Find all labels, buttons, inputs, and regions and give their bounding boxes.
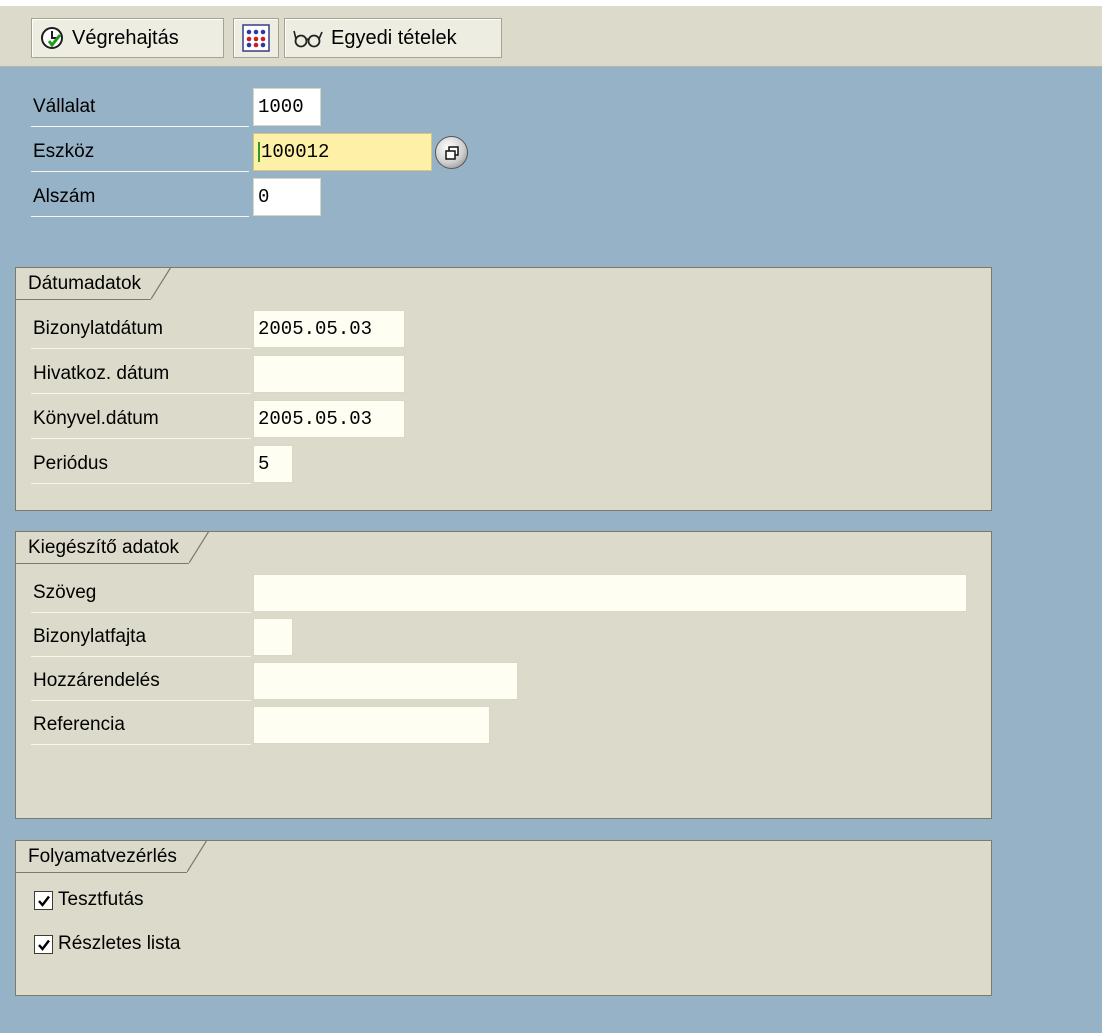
individual-items-button[interactable]: Egyedi tételek [284,18,502,58]
check-icon [37,895,50,907]
date-data-group: Dátumadatok Bizonylatdátum 2005.05.03 Hi… [15,267,992,511]
test-run-checkbox[interactable] [34,891,53,910]
application-toolbar: Végrehajtás Egyedi tételek [0,6,1102,67]
process-control-group-title-text: Folyamatvezérlés [28,846,177,867]
date-data-group-title: Dátumadatok [16,267,172,300]
company-label-underline [31,126,249,127]
execute-button[interactable]: Végrehajtás [31,18,224,58]
subnumber-label-underline [31,216,249,217]
document-date-field[interactable]: 2005.05.03 [253,310,405,348]
assignment-label: Hozzárendelés [33,670,160,691]
individual-items-button-label: Egyedi tételek [331,26,457,49]
asset-label: Eszköz [33,141,95,162]
group-tab-slant [186,840,208,872]
reference-date-underline [31,393,251,394]
asset-label-underline [31,171,249,172]
asset-search-help-button[interactable] [435,136,468,169]
additional-data-group: Kiegészítő adatok Szöveg Bizonylatfajta … [15,531,992,819]
reference-field[interactable] [253,706,490,744]
period-underline [31,483,251,484]
group-tab-slant [189,531,210,563]
period-field[interactable]: 5 [253,445,293,483]
date-data-group-title-text: Dátumadatok [28,273,142,294]
options-button[interactable] [233,18,279,58]
assignment-underline [31,700,251,701]
reference-label: Referencia [33,714,125,735]
text-field[interactable] [253,574,967,612]
text-label: Szöveg [33,582,97,603]
reference-date-label: Hivatkoz. dátum [33,363,170,384]
process-control-group: Folyamatvezérlés Tesztfutás Részletes li… [15,840,992,996]
additional-data-group-title-text: Kiegészítő adatok [28,537,180,558]
posting-date-field[interactable]: 2005.05.03 [253,400,405,438]
process-control-group-title: Folyamatvezérlés [16,840,208,873]
asset-field[interactable]: 100012 [253,133,432,171]
asset-field-value: 100012 [261,141,330,163]
text-cursor [258,141,260,162]
document-type-field[interactable] [253,618,293,656]
document-date-underline [31,348,251,349]
posting-date-label: Könyvel.dátum [33,408,159,429]
company-label: Vállalat [33,96,96,117]
company-field[interactable]: 1000 [253,88,321,126]
reference-underline [31,744,251,745]
document-type-underline [31,656,251,657]
document-type-label: Bizonylatfajta [33,626,147,647]
additional-data-group-title: Kiegészítő adatok [16,531,210,564]
detailed-list-label: Részletes lista [58,933,181,954]
check-icon [37,939,50,951]
posting-date-underline [31,438,251,439]
execute-button-label: Végrehajtás [72,26,179,49]
execute-clock-icon [40,26,64,50]
subnumber-label: Alszám [33,186,96,207]
period-label: Periódus [33,453,108,474]
assignment-field[interactable] [253,662,518,700]
test-run-label: Tesztfutás [58,889,144,910]
document-date-label: Bizonylatdátum [33,318,163,339]
multi-dots-icon [242,24,270,52]
text-underline [31,612,251,613]
glasses-icon [293,27,323,49]
possible-entries-icon [444,145,460,161]
group-tab-slant [151,267,172,299]
reference-date-field[interactable] [253,355,405,393]
subnumber-field[interactable]: 0 [253,178,321,216]
detailed-list-checkbox[interactable] [34,935,53,954]
